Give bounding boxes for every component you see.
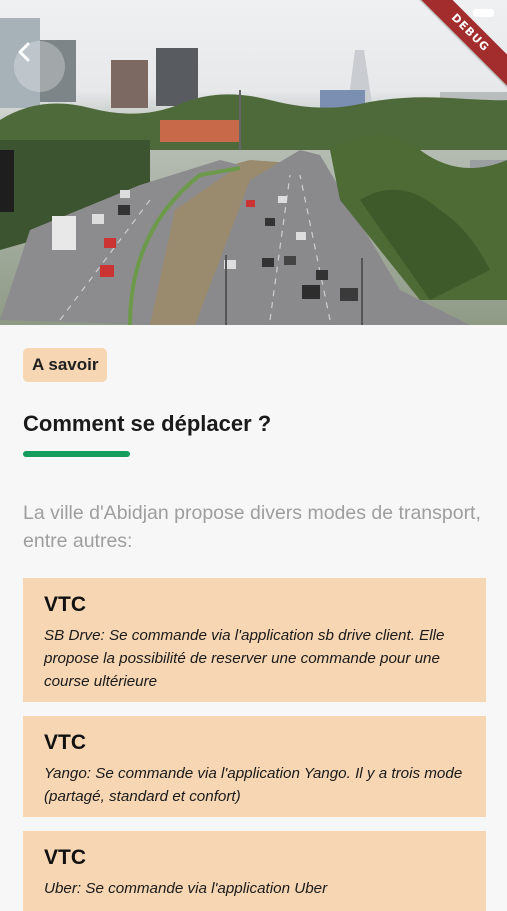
card-title: VTC bbox=[44, 593, 86, 616]
card-title: VTC bbox=[44, 731, 86, 754]
intro-text: La ville d'Abidjan propose divers modes … bbox=[23, 502, 481, 552]
card-description: SB Drve: Se commande via l'application s… bbox=[44, 627, 445, 690]
chevron-left-icon bbox=[18, 42, 30, 62]
transport-card[interactable]: VTC SB Drve: Se commande via l'applicati… bbox=[23, 578, 486, 702]
status-indicator bbox=[473, 9, 494, 17]
card-description: Yango: Se commande via l'application Yan… bbox=[44, 765, 463, 805]
transport-card[interactable]: VTC Yango: Se commande via l'application… bbox=[23, 716, 486, 817]
card-description: Uber: Se commande via l'application Uber bbox=[44, 880, 328, 897]
category-badge: A savoir bbox=[23, 348, 108, 382]
title-underline bbox=[23, 451, 130, 457]
transport-card[interactable]: VTC Uber: Se commande via l'application … bbox=[23, 831, 486, 911]
city-highway-photo bbox=[0, 18, 507, 325]
content-section: A savoir Comment se déplacer ? La ville … bbox=[0, 325, 507, 911]
card-title: VTC bbox=[44, 846, 86, 869]
page-title: Comment se déplacer ? bbox=[23, 411, 272, 436]
hero-image: DEBUG bbox=[0, 0, 507, 325]
back-button[interactable] bbox=[14, 41, 65, 92]
